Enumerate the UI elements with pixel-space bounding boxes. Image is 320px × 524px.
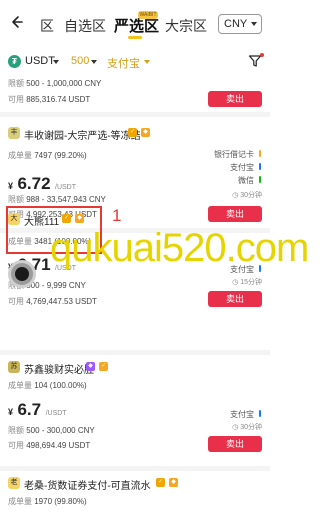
payment-time: ◷ 30分钟 bbox=[232, 192, 262, 199]
trades-row: 成单量 1970 (99.80%) bbox=[8, 497, 87, 506]
merchant-badge-icon: ◆ bbox=[169, 478, 178, 487]
limit-row: 限额 500 - 1,000,000 CNY bbox=[8, 79, 102, 88]
payment-wechat: 微信 bbox=[238, 176, 254, 185]
usdt-coin-icon: ₮ bbox=[8, 55, 21, 68]
limit-row: 限额 988 - 33,547,943 CNY bbox=[8, 195, 106, 204]
sell-button[interactable]: 卖出 bbox=[208, 436, 262, 452]
merchant-badge-icon: ◆ bbox=[141, 128, 150, 137]
sell-button[interactable]: 卖出 bbox=[208, 291, 262, 307]
payment-alipay: 支付宝 bbox=[230, 163, 254, 172]
merchant-badge-icon: ✓ bbox=[99, 362, 108, 371]
listing-card: 老 老桑-货数证券支付-可直流水 ✓ ◆ 成单量 1970 (99.80%) bbox=[0, 472, 270, 524]
available-row: 可用 498,694.49 USDT bbox=[8, 441, 91, 450]
tab-zone-partial[interactable]: 区 bbox=[40, 16, 54, 36]
merchant-avatar: 苏 bbox=[8, 361, 20, 373]
trades-row: 成单量 104 (100.00%) bbox=[8, 381, 87, 390]
chevron-down-icon bbox=[144, 60, 150, 64]
limit-row: 限额 500 - 300,000 CNY bbox=[8, 426, 95, 435]
amount-filter[interactable]: 500 bbox=[71, 55, 89, 67]
payment-time: ◷ 15分钟 bbox=[232, 279, 262, 286]
listing-card: 限额 500 - 1,000,000 CNY 可用 885,316.74 USD… bbox=[0, 74, 270, 112]
price: ¥ 6.72 /USDT bbox=[8, 174, 77, 193]
verified-shield-icon: ✓ bbox=[128, 128, 137, 137]
arrow-left-icon[interactable] bbox=[8, 14, 24, 30]
tab-bulk-zone[interactable]: 大宗区 bbox=[165, 16, 207, 36]
chevron-down-icon bbox=[251, 22, 257, 26]
chevron-down-icon bbox=[91, 60, 97, 64]
watermark-text: qukuai520.com bbox=[50, 226, 309, 270]
merchant-name[interactable]: 老桑-货数证券支付-可直流水 bbox=[24, 477, 151, 492]
alipay-icon bbox=[259, 163, 261, 170]
annotation-number: 1 bbox=[112, 206, 122, 225]
available-row: 可用 885,316.74 USDT bbox=[8, 95, 91, 104]
bank-card-icon bbox=[259, 150, 261, 157]
alipay-icon bbox=[259, 410, 261, 417]
tab-favorites-zone[interactable]: 自选区 bbox=[64, 16, 106, 36]
payment-time: ◷ 30分钟 bbox=[232, 424, 262, 431]
merchant-name[interactable]: 苏鑫骏财实必胜 bbox=[24, 361, 94, 376]
sell-button[interactable]: 卖出 bbox=[208, 206, 262, 222]
listing-card: 苏 苏鑫骏财实必胜 ◆ ✓ 成单量 104 (100.00%) ¥ 6.7 /U… bbox=[0, 356, 270, 464]
divider bbox=[0, 350, 270, 355]
currency-value: CNY bbox=[224, 18, 248, 30]
merchant-avatar: 丰 bbox=[8, 127, 20, 139]
coin-filter[interactable]: USDT bbox=[25, 55, 55, 67]
price: ¥ 6.7 /USDT bbox=[8, 400, 67, 419]
tab-badge: WAIBIT bbox=[138, 11, 158, 19]
payment-filter[interactable]: 支付宝 bbox=[107, 55, 140, 71]
merchant-name[interactable]: 丰收谢园-大宗严选-等冻结 bbox=[24, 127, 141, 142]
available-row: 可用 4,769,447.53 USDT bbox=[8, 297, 97, 306]
diamond-icon: ◆ bbox=[86, 362, 95, 371]
payment-bank-card: 银行借记卡 bbox=[214, 150, 254, 159]
currency-select[interactable]: CNY bbox=[218, 14, 262, 34]
trades-row: 成单量 7497 (99.20%) bbox=[8, 151, 87, 160]
top-navigation: 区 自选区 严选区 WAIBIT 大宗区 CNY bbox=[0, 0, 270, 46]
verified-shield-icon: ✓ bbox=[156, 478, 165, 487]
chevron-down-icon bbox=[53, 60, 59, 64]
wechat-icon bbox=[259, 176, 261, 183]
floating-assistive-button[interactable] bbox=[8, 260, 36, 288]
divider bbox=[0, 112, 270, 117]
filter-active-dot bbox=[260, 53, 264, 57]
payment-alipay: 支付宝 bbox=[230, 410, 254, 419]
filter-bar: ₮ USDT 500 支付宝 bbox=[0, 50, 270, 74]
merchant-avatar: 老 bbox=[8, 477, 20, 489]
divider bbox=[0, 466, 270, 471]
sell-button[interactable]: 卖出 bbox=[208, 91, 262, 107]
active-tab-indicator bbox=[128, 36, 142, 39]
